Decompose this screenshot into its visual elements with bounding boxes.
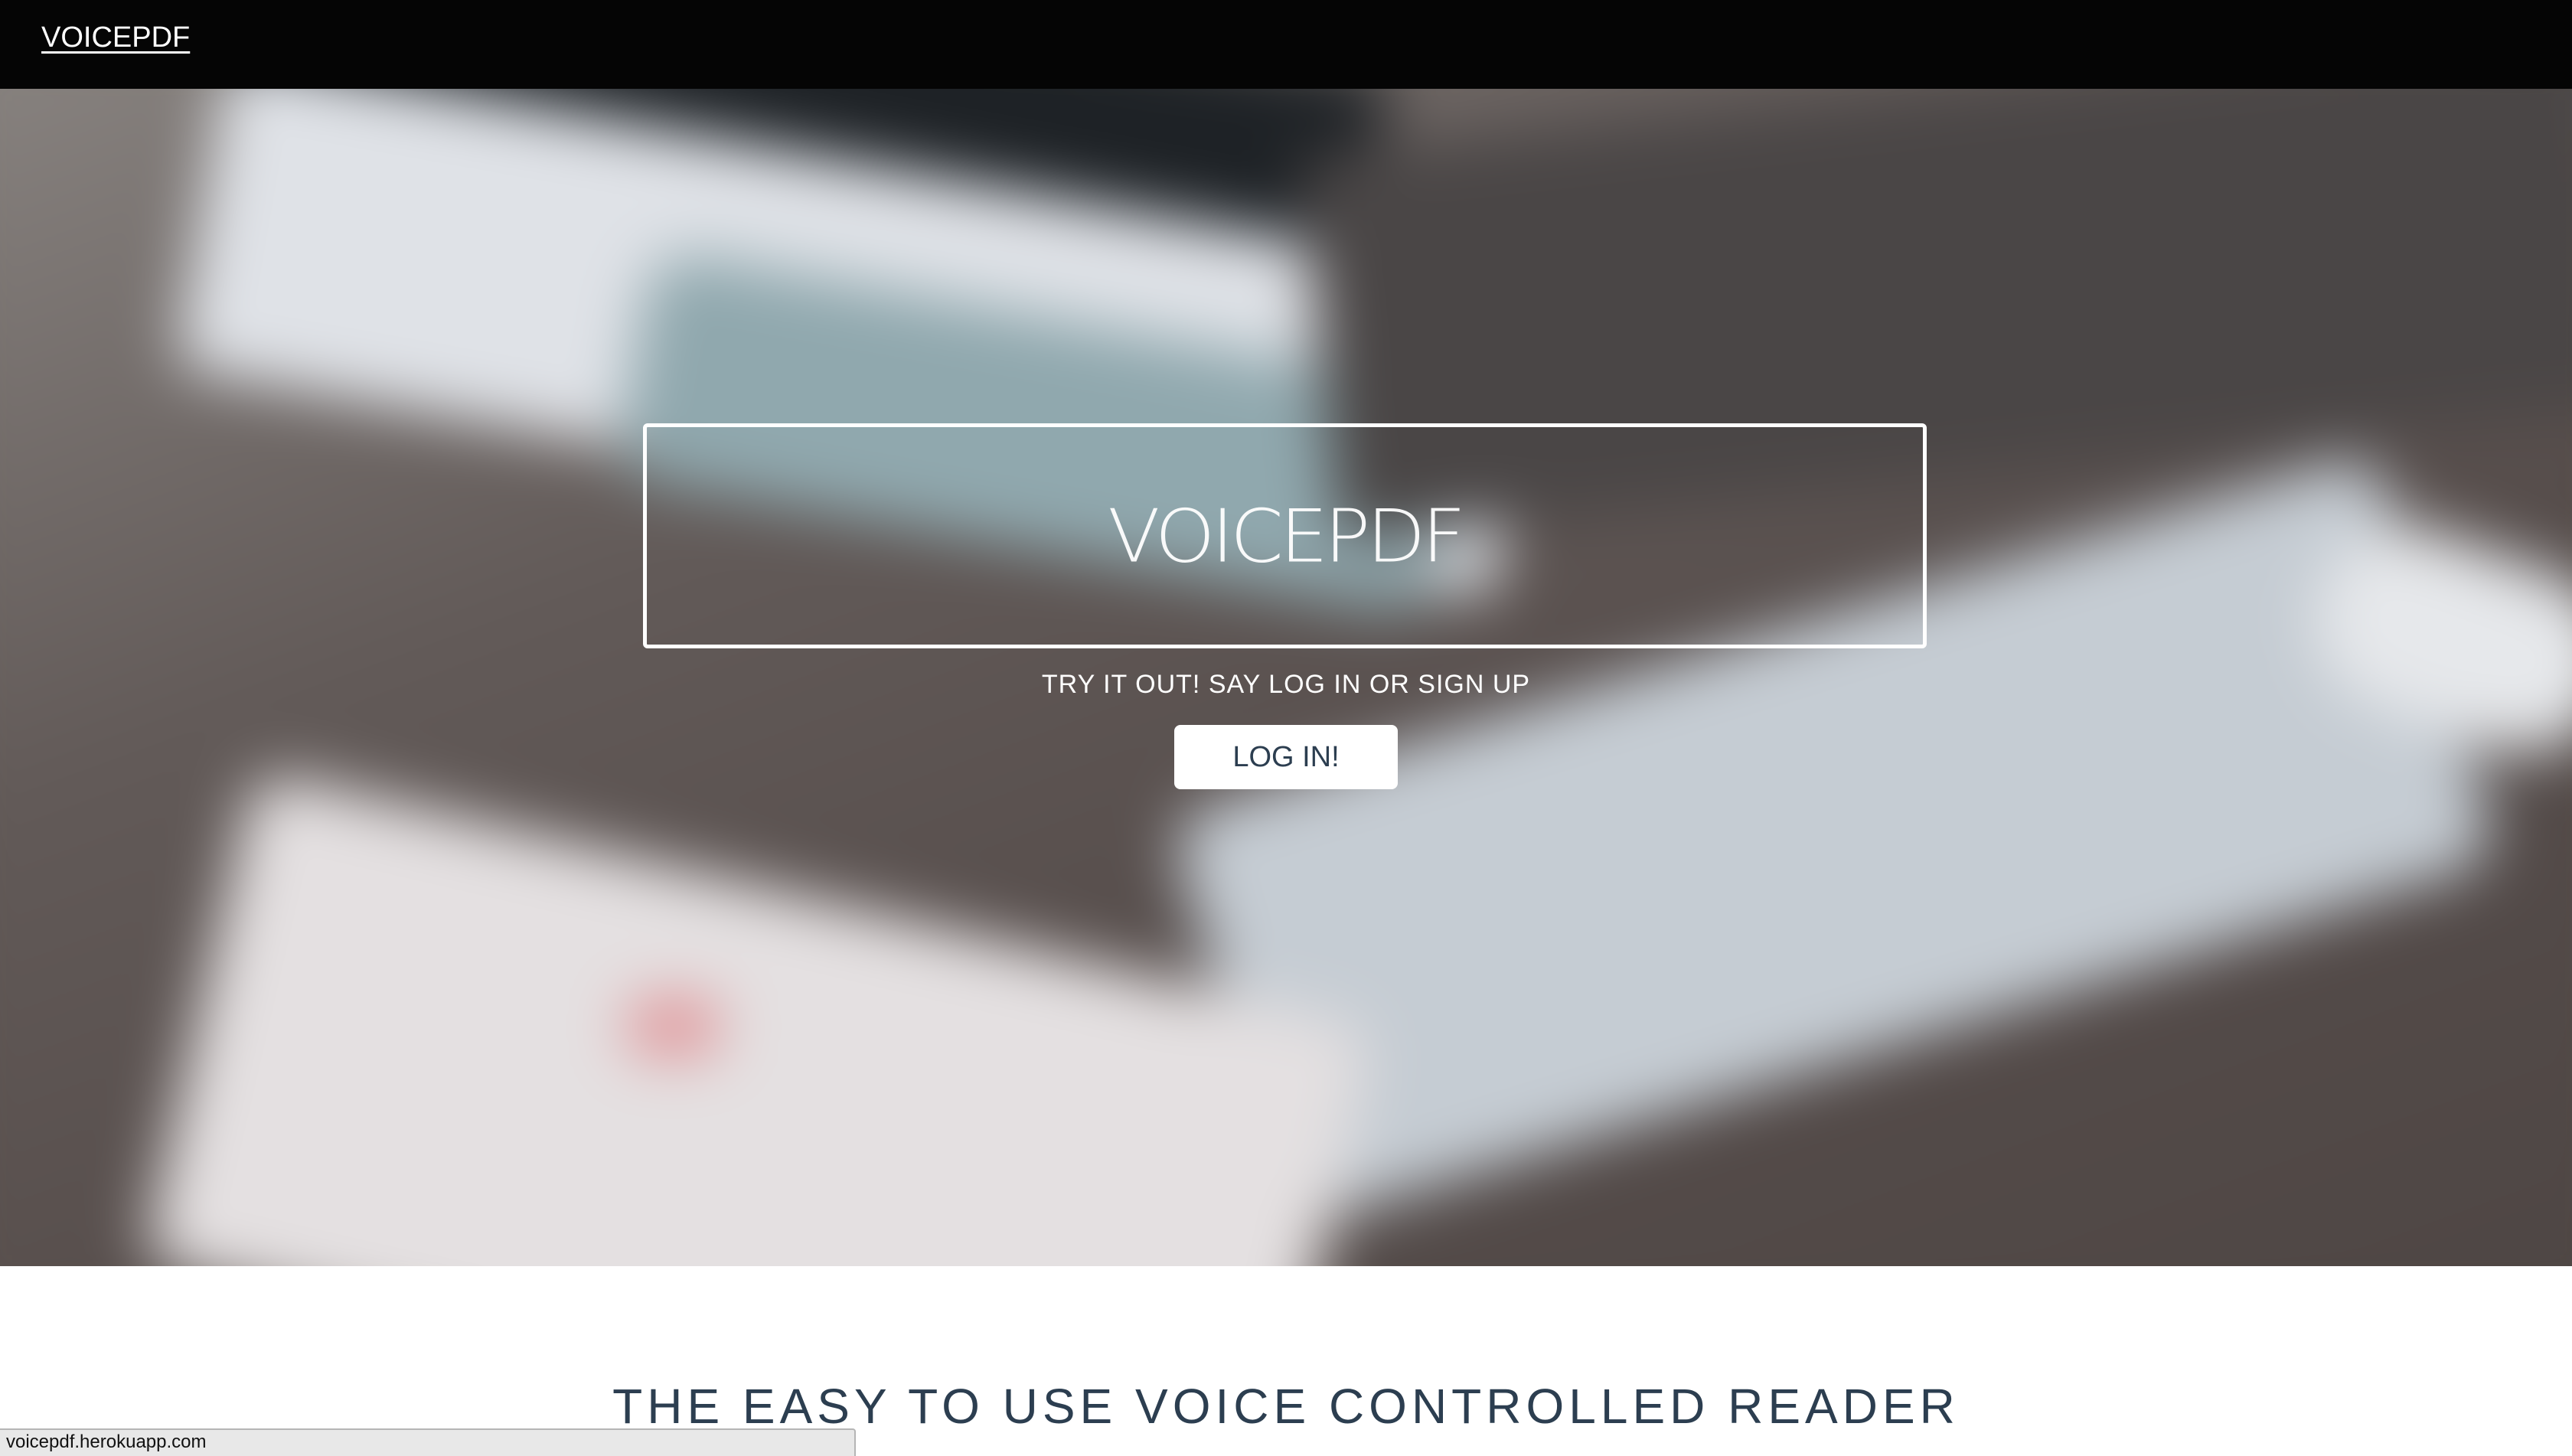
brand-link[interactable]: VOICEPDF — [41, 21, 190, 54]
browser-status-url: voicepdf.herokuapp.com — [0, 1428, 856, 1456]
hero-section: VOICEPDF TRY IT OUT! SAY LOG IN OR SIGN … — [0, 89, 2572, 1266]
section-heading: THE EASY TO USE VOICE CONTROLLED READER — [612, 1379, 1960, 1434]
login-button[interactable]: LOG IN! — [1174, 725, 1398, 789]
hero-title: VOICEPDF — [1108, 493, 1466, 579]
top-navbar: VOICEPDF — [0, 0, 2572, 89]
hero-title-box: VOICEPDF — [643, 423, 1927, 648]
hero-tagline: TRY IT OUT! SAY LOG IN OR SIGN UP — [1041, 670, 1531, 699]
